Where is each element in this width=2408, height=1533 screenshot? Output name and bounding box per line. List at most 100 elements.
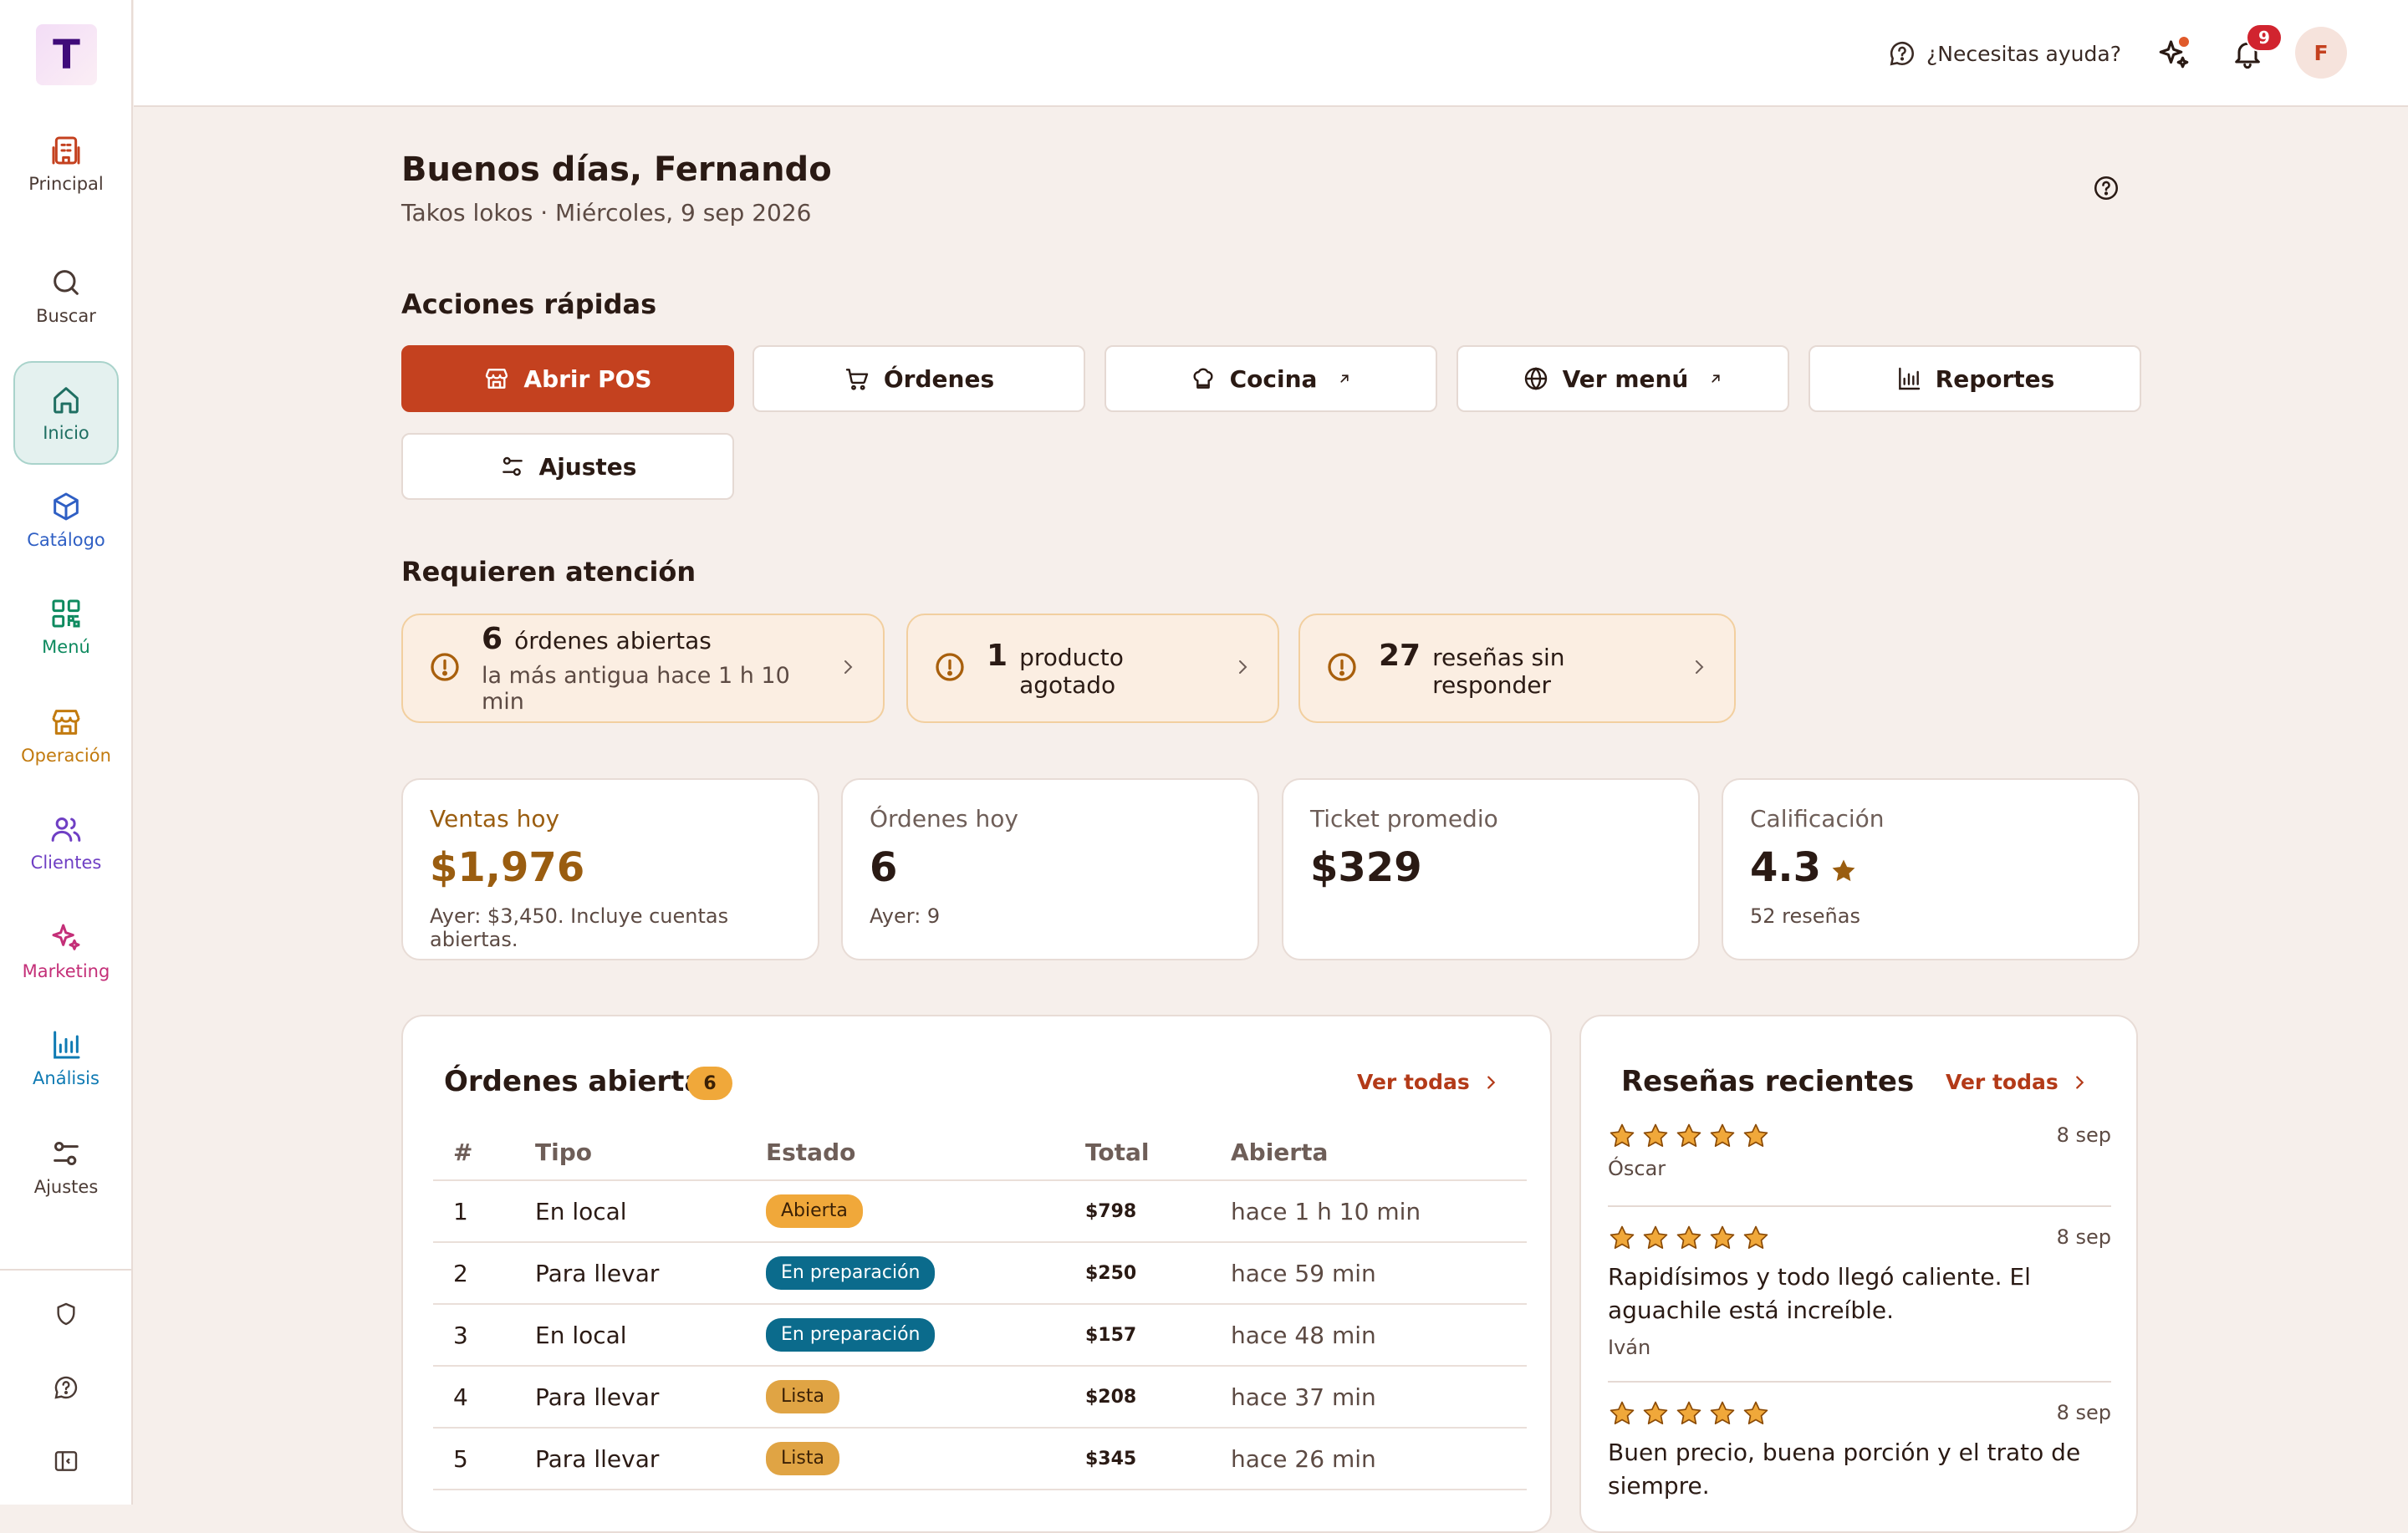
sidebar-item-label: Marketing	[22, 961, 110, 981]
open-orders-table: # Tipo Estado Total Abierta 1 En local A…	[433, 1125, 1527, 1490]
globe-icon	[1524, 367, 1547, 390]
status-badge: Abierta	[766, 1194, 863, 1228]
page-subtitle: Takos lokos · Miércoles, 9 sep 2026	[401, 199, 812, 227]
sidebar-item-clientes[interactable]: Clientes	[13, 791, 119, 894]
open-orders-title: Órdenes abiertas	[444, 1065, 721, 1098]
star-icon	[1832, 859, 1855, 882]
order-number: 2	[433, 1242, 515, 1305]
order-opened-ago: hace 37 min	[1211, 1366, 1527, 1429]
security-button[interactable]	[46, 1294, 86, 1334]
column-header: Estado	[746, 1125, 1065, 1181]
sidebar-item-principal[interactable]: Principal	[13, 112, 119, 216]
sidebar-item-label: Principal	[28, 174, 104, 194]
column-header: #	[433, 1125, 515, 1181]
sidebar-item-menu[interactable]: Menú	[13, 575, 119, 679]
question-circle-icon	[2094, 176, 2119, 201]
sidebar-item-inicio[interactable]: Inicio	[13, 361, 119, 465]
recent-reviews-title: Reseñas recientes	[1621, 1065, 1915, 1098]
page-help-button[interactable]	[2092, 174, 2120, 202]
settings-button[interactable]: Ajustes	[401, 433, 734, 500]
stat-value: $329	[1310, 844, 1422, 891]
home-icon	[54, 387, 79, 414]
collapse-sidebar-button[interactable]	[46, 1441, 86, 1481]
see-all-label: Ver todas	[1946, 1070, 2059, 1094]
store-icon	[486, 369, 508, 389]
sidebar-item-label: Operación	[21, 746, 111, 766]
view-menu-button[interactable]: Ver menú	[1457, 345, 1789, 412]
table-row[interactable]: 3 En local En preparación $157 hace 48 m…	[433, 1304, 1527, 1367]
orders-label: Órdenes	[883, 364, 995, 393]
star-icon	[1676, 1401, 1701, 1425]
stat-label: Ticket promedio	[1310, 805, 1498, 833]
external-link-icon	[1340, 374, 1349, 383]
app-logo[interactable]: T	[36, 24, 97, 85]
help-button[interactable]	[46, 1367, 86, 1408]
order-number: 3	[433, 1304, 515, 1367]
sidebar-item-buscar[interactable]: Buscar	[13, 244, 119, 348]
sidebar: T Principal Buscar Inicio Catálogo Menú …	[0, 0, 133, 1505]
reports-label: Reportes	[1935, 364, 2055, 393]
sidebar-item-ajustes[interactable]: Ajustes	[13, 1115, 119, 1219]
stat-card-average-ticket: Ticket promedio $329	[1282, 778, 1700, 960]
kitchen-button[interactable]: Cocina	[1105, 345, 1437, 412]
table-row[interactable]: 2 Para llevar En preparación $250 hace 5…	[433, 1242, 1527, 1305]
see-all-label: Ver todas	[1357, 1070, 1470, 1094]
sidebar-item-label: Buscar	[36, 306, 96, 326]
kitchen-label: Cocina	[1229, 364, 1318, 393]
star-icon	[1610, 1123, 1635, 1148]
sparkles-icon	[52, 924, 80, 950]
review-text: Buen precio, buena porción y el trato de…	[1608, 1439, 2081, 1500]
stat-value: 4.3	[1750, 844, 1822, 891]
table-row[interactable]: 1 En local Abierta $798 hace 1 h 10 min	[433, 1180, 1527, 1243]
sidebar-item-catalogo[interactable]: Catálogo	[13, 468, 119, 572]
review-item[interactable]: 8 sep Óscar	[1608, 1122, 2111, 1180]
open-pos-button[interactable]: Abrir POS	[401, 345, 734, 412]
star-rating	[1608, 1399, 2111, 1428]
review-item[interactable]: 8 sep Rapidísimos y todo llegó caliente.…	[1608, 1224, 2111, 1359]
sidebar-item-label: Análisis	[33, 1068, 99, 1088]
sidebar-item-marketing[interactable]: Marketing	[13, 899, 119, 1003]
order-total: $345	[1065, 1428, 1211, 1490]
qr-code-icon	[52, 599, 80, 628]
see-all-orders-link[interactable]: Ver todas	[1357, 1070, 1500, 1094]
order-opened-ago: hace 26 min	[1211, 1428, 1527, 1490]
sidebar-item-analisis[interactable]: Análisis	[13, 1006, 119, 1110]
star-icon	[1710, 1401, 1735, 1425]
sidebar-item-operacion[interactable]: Operación	[13, 684, 119, 787]
table-row[interactable]: 4 Para llevar Lista $208 hace 37 min	[433, 1366, 1527, 1429]
chevron-right-icon	[2075, 1075, 2084, 1089]
alert-circle-icon	[1328, 652, 1356, 681]
sidebar-item-label: Ajustes	[33, 1177, 99, 1197]
status-badge: En preparación	[766, 1318, 936, 1352]
settings-label: Ajustes	[538, 452, 637, 481]
help-link-label: ¿Necesitas ayuda?	[1926, 41, 2121, 66]
reports-button[interactable]: Reportes	[1809, 345, 2141, 412]
order-total: $798	[1065, 1180, 1211, 1243]
see-all-reviews-link[interactable]: Ver todas	[1946, 1070, 2089, 1094]
help-link[interactable]: ¿Necesitas ayuda?	[1888, 35, 2121, 72]
star-icon	[1610, 1401, 1635, 1425]
search-icon	[54, 270, 79, 295]
orders-button[interactable]: Órdenes	[752, 345, 1085, 412]
sliders-icon	[54, 1142, 79, 1165]
stat-card-orders-today: Órdenes hoy 6 Ayer: 9	[841, 778, 1259, 960]
collapse-sidebar-icon	[54, 1451, 78, 1471]
review-item[interactable]: 8 sep Buen precio, buena porción y el tr…	[1608, 1399, 2111, 1503]
alert-out-of-stock[interactable]: 1 producto agotado	[906, 614, 1279, 723]
alert-unanswered-reviews[interactable]: 27 reseñas sin responder	[1298, 614, 1736, 723]
table-row[interactable]: 5 Para llevar Lista $345 hace 26 min	[433, 1428, 1527, 1490]
table-header-row: # Tipo Estado Total Abierta	[433, 1125, 1527, 1181]
alert-detail: la más antigua hace 1 h 10 min	[482, 663, 790, 715]
status-badge: Lista	[766, 1380, 839, 1413]
open-pos-label: Abrir POS	[523, 364, 652, 393]
review-date: 8 sep	[2056, 1225, 2111, 1249]
open-orders-panel: Órdenes abiertas 6 Ver todas # Tipo Esta…	[401, 1015, 1552, 1533]
user-avatar[interactable]: F	[2295, 27, 2347, 79]
review-text: Rapidísimos y todo llegó caliente. El ag…	[1608, 1263, 2031, 1324]
stat-label: Órdenes hoy	[870, 805, 1018, 833]
star-icon	[1710, 1225, 1735, 1250]
alert-count: 6	[482, 622, 503, 656]
stat-subtext: Ayer: $3,450. Incluye cuentas abiertas.	[430, 904, 729, 951]
alert-open-orders[interactable]: 6 órdenes abiertas la más antigua hace 1…	[401, 614, 885, 723]
order-opened-ago: hace 59 min	[1211, 1242, 1527, 1305]
